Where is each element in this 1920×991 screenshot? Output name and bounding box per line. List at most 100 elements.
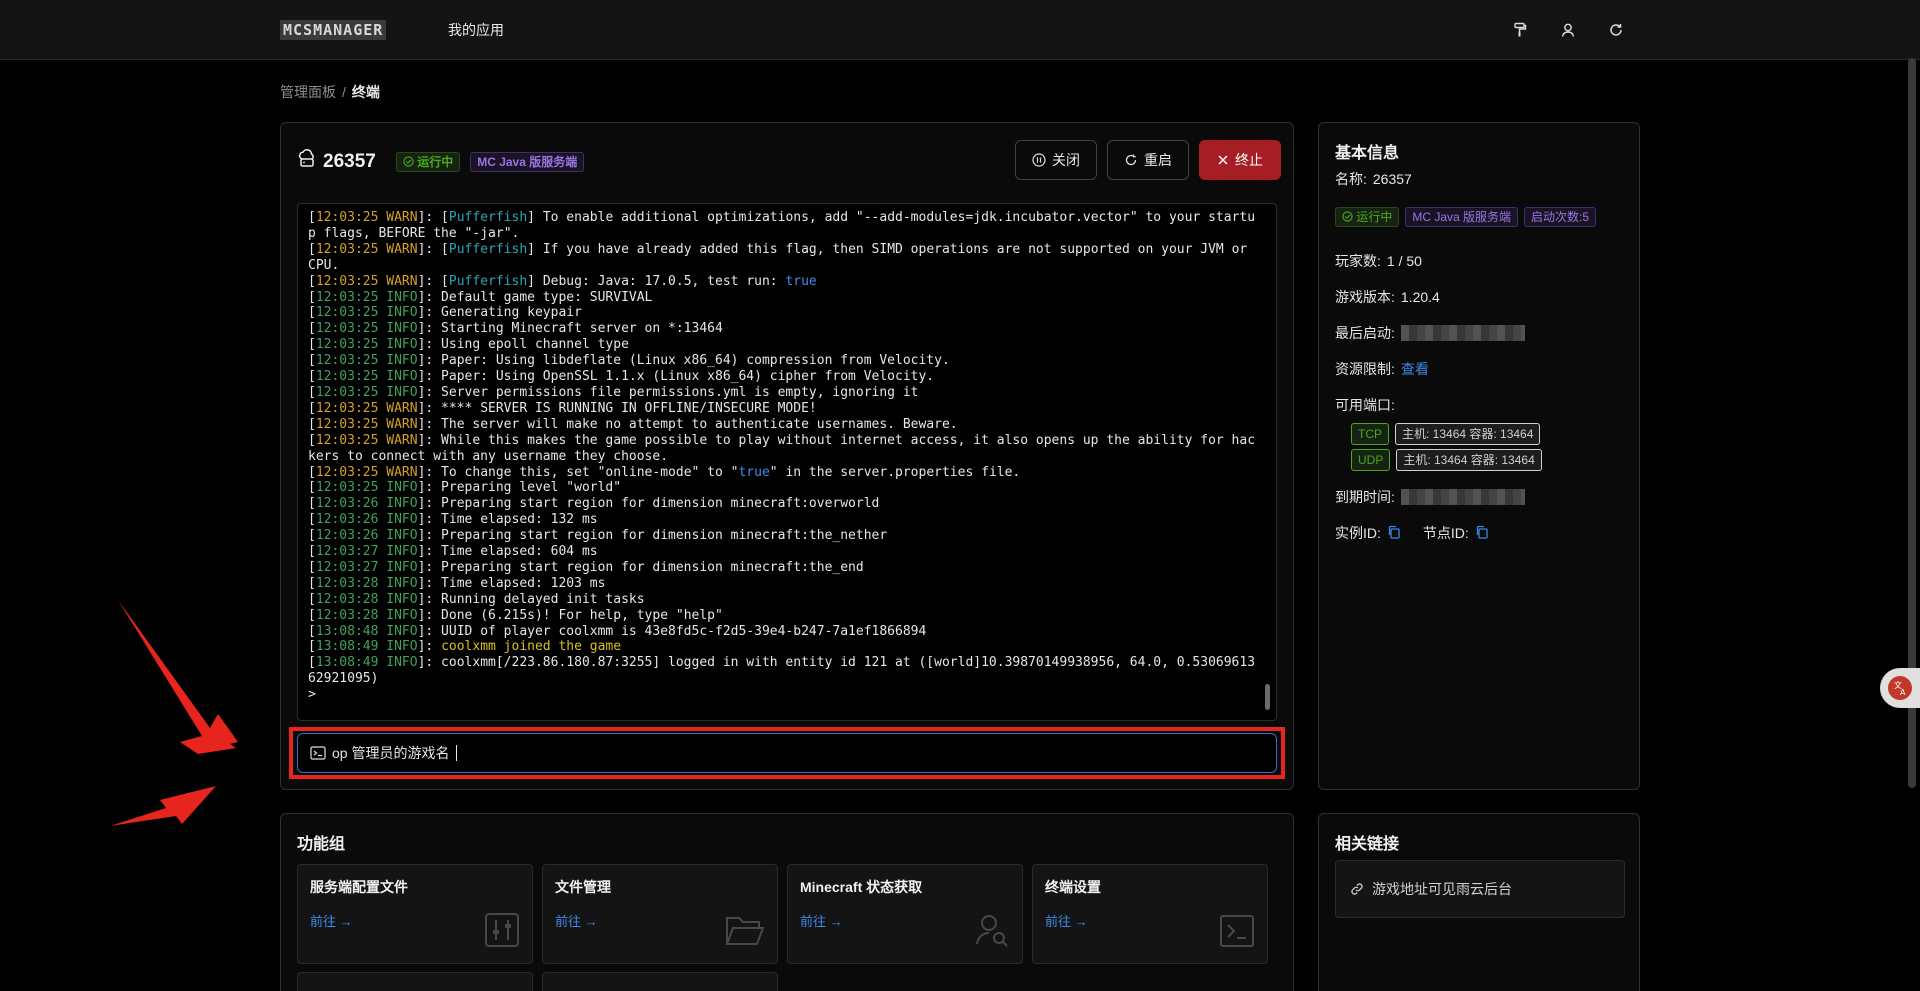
func-go-link[interactable]: 前往 → [1045,911,1088,930]
terminal-token: 12:03:25 INFO [315,305,418,321]
ports-label: 可用端口: [1335,397,1395,413]
terminal-token: [ [308,480,316,496]
related-links-card: 相关链接 游戏地址可见雨云后台 [1318,813,1640,991]
terminal-token: 12:03:25 WARN [315,273,418,289]
terminal-token: ". [503,225,520,241]
related-links-title: 相关链接 [1335,836,1400,853]
terminal-token: [ [308,369,316,385]
terminal-token: [ [308,591,316,607]
expire-label: 到期时间: [1335,489,1395,505]
terminal-card: 26357 运行中 MC Java 版服务端 关闭 重启 终止 [12:03:2… [280,122,1294,790]
nav-my-apps[interactable]: 我的应用 [448,20,504,40]
func-item-partial[interactable] [297,972,533,991]
func-go-link[interactable]: 前往 → [310,911,353,930]
terminal-token: " [715,607,723,623]
instance-header: 26357 运行中 MC Java 版服务端 [297,149,585,175]
terminal-token: 12:03:25 INFO [315,384,418,400]
terminal-line: [12:03:25 INFO]: Using epoll channel typ… [308,337,1258,353]
kill-button[interactable]: 终止 [1199,140,1281,180]
redacted-expire [1400,489,1525,505]
func-server-config[interactable]: 服务端配置文件 前往 → [297,864,533,964]
terminal-token: ]: Time elapsed: 604 ms [417,544,598,560]
terminal-token: ]: [417,639,442,655]
terminal-token: 12:03:25 WARN [315,210,418,225]
terminal-token: ]: To change this, set " [417,464,606,480]
func-file-manager[interactable]: 文件管理 前往 → [542,864,778,964]
terminal-output[interactable]: [12:03:25 WARN]: [Pufferfish] To enable … [297,203,1277,721]
refresh-icon[interactable] [1604,18,1628,42]
terminal-token: ]: [ [417,273,449,289]
related-link-item[interactable]: 游戏地址可见雨云后台 [1335,860,1625,918]
func-item-partial[interactable] [542,972,778,991]
terminal-scrollbar[interactable] [1265,684,1270,710]
close-button[interactable]: 关闭 [1015,140,1097,180]
terminal-token: " [613,480,622,496]
terminal-token: ]: Preparing start region for dimension … [417,559,864,575]
terminal-token: 12:03:25 INFO [315,369,418,385]
restart-button[interactable]: 重启 [1107,140,1189,180]
last-start-label: 最后启动: [1335,325,1395,341]
terminal-line: [12:03:25 WARN]: The server will make no… [308,417,1258,433]
restart-icon [1125,154,1137,166]
app-logo[interactable]: MCSMANAGER [280,20,387,40]
terminal-icon [1219,914,1255,951]
instance-id-label: 实例ID: [1335,525,1381,541]
last-start-row: 最后启动: [1335,323,1525,343]
breadcrumb-root[interactable]: 管理面板 [280,84,336,100]
breadcrumb: 管理面板 / 终端 [280,82,380,102]
terminal-token: 13:08:49 INFO [315,639,418,655]
terminal-token: 13:08:48 INFO [315,623,418,639]
version-label: 游戏版本: [1335,289,1395,305]
terminal-token: [ [308,241,316,257]
terminal-line: [12:03:25 WARN]: [Pufferfish] To enable … [308,210,1258,242]
status-badge: 运行中 [395,152,461,172]
svg-text:A: A [1900,688,1906,697]
terminal-token: [ [308,639,316,655]
terminal-line: [12:03:25 INFO]: Default game type: SURV… [308,290,1258,306]
ids-row: 实例ID: 节点ID: [1335,523,1489,543]
terminal-token: Pufferfish [448,241,528,257]
link-icon [1351,883,1363,895]
players-row: 玩家数: 1 / 50 [1335,251,1422,271]
terminal-token: [ [308,400,316,416]
basic-info-card: 基本信息 名称: 26357 运行中 MC Java 版服务端 启动次数:5 玩家… [1318,122,1640,790]
terminal-token: help [683,607,715,623]
terminal-line: [12:03:28 INFO]: Done (6.215s)! For help… [308,608,1258,624]
terminal-token: -jar [472,225,504,241]
terminal-token: ]: **** SERVER IS RUNNING IN OFFLINE/INS… [417,400,817,416]
terminal-token: 12:03:25 WARN [315,432,418,448]
func-go-link[interactable]: 前往 → [555,911,598,930]
resource-view-link[interactable]: 查看 [1401,359,1429,379]
terminal-token: Pufferfish [448,210,528,225]
terminal-line: [12:03:26 INFO]: Time elapsed: 132 ms [308,512,1258,528]
copy-icon[interactable] [1475,525,1489,542]
terminal-log: [12:03:25 WARN]: [Pufferfish] To enable … [308,210,1258,703]
info-status-label: 运行中 [1356,210,1393,224]
terminal-token: ]: The server will make no attempt to au… [417,416,958,432]
terminal-line: [12:03:25 INFO]: Paper: Using libdeflate… [308,353,1258,369]
cloud-server-icon [297,149,317,175]
terminal-token: [ [308,559,316,575]
func-terminal-settings[interactable]: 终端设置 前往 → [1032,864,1268,964]
instance-name: 26357 [323,151,376,172]
terminal-token: ] To enable additional optimizations, ad… [527,210,864,225]
terminal-token: ]: Server permissions file permissions.y… [417,384,919,400]
copy-icon[interactable] [1387,525,1401,542]
command-input[interactable]: op 管理员的游戏名 [297,733,1277,773]
terminal-line: [12:03:27 INFO]: Preparing start region … [308,560,1258,576]
func-minecraft-status[interactable]: Minecraft 状态获取 前往 → [787,864,1023,964]
func-go-link[interactable]: 前往 → [800,911,843,930]
terminal-token: [ [308,337,316,353]
terminal-line: [13:08:49 INFO]: coolxmm joined the game [308,639,1258,655]
terminal-token: ]: Generating keypair [417,305,582,321]
terminal-token: [ [308,528,316,544]
terminal-token: ]: Paper: Using libdeflate (Linux x86_64… [417,353,950,369]
resource-row: 资源限制: 查看 [1335,359,1429,379]
user-icon[interactable] [1556,18,1580,42]
terminal-line: [12:03:26 INFO]: Preparing start region … [308,528,1258,544]
terminal-token: online-mode [605,464,692,480]
translate-button[interactable]: 文A [1880,668,1920,708]
paint-roller-icon[interactable] [1508,18,1532,42]
info-name-label: 名称: [1335,171,1367,187]
terminal-token: ]: UUID of player coolxmm is 43e8fd5c-f2… [417,623,927,639]
